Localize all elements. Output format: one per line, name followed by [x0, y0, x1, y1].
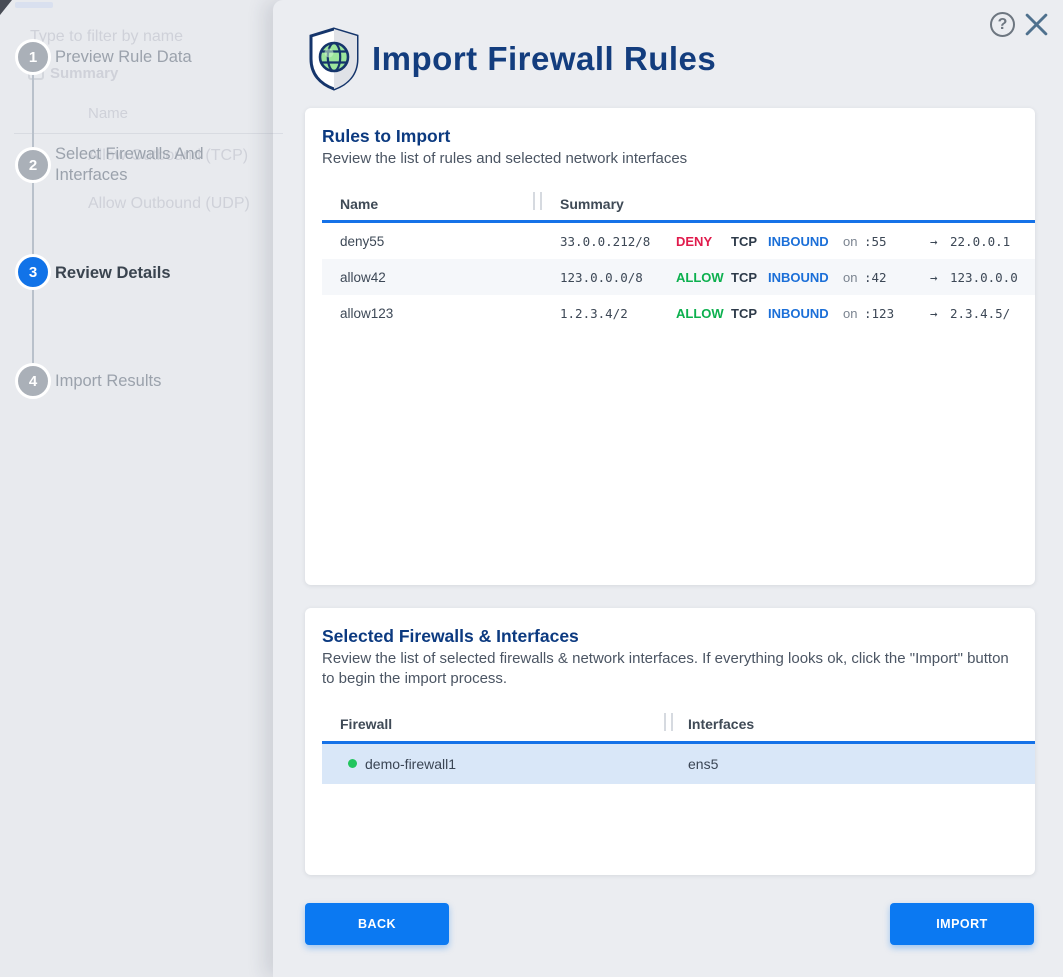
rules-card-title: Rules to Import [322, 126, 1035, 147]
step-1-circle: 1 [15, 39, 51, 75]
rule-port: :123 [864, 306, 930, 321]
column-header-name[interactable]: Name [322, 196, 537, 212]
rule-name: allow42 [322, 270, 537, 285]
step-number: 2 [29, 157, 37, 174]
firewalls-card-title: Selected Firewalls & Interfaces [322, 626, 1035, 647]
rule-destination: 2.3.4.5/ [950, 306, 1035, 321]
selected-firewalls-card: Selected Firewalls & Interfaces Review t… [305, 608, 1035, 875]
rule-source: 123.0.0.0/8 [560, 270, 676, 285]
online-status-dot [348, 759, 357, 768]
step-4-circle: 4 [15, 363, 51, 399]
rule-port: :55 [864, 234, 930, 249]
rule-destination: 22.0.0.1 [950, 234, 1035, 249]
rule-on-label: on [843, 234, 864, 249]
wizard-steps: 1 Preview Rule Data 2 Select Firewalls A… [0, 0, 273, 977]
rule-direction: INBOUND [768, 270, 843, 285]
step-3-label: Review Details [55, 263, 230, 284]
rule-summary: 1.2.3.4/2 ALLOW TCP INBOUND on :123 → 2.… [537, 306, 1035, 321]
rule-on-label: on [843, 306, 864, 321]
arrow-icon: → [930, 234, 950, 249]
help-icon[interactable]: ? [990, 12, 1015, 37]
column-header-summary[interactable]: Summary [537, 196, 624, 212]
wizard-stepper-sidebar: Type to filter by name Summary Name Allo… [0, 0, 273, 977]
rule-protocol: TCP [731, 306, 768, 321]
step-4-label: Import Results [55, 371, 230, 392]
step-number: 1 [29, 49, 37, 66]
rule-name: deny55 [322, 234, 537, 249]
rules-table: Name Summary deny55 33.0.0.212/8 DENY TC… [322, 187, 1035, 331]
rule-destination: 123.0.0.0 [950, 270, 1035, 285]
dialog-title: Import Firewall Rules [372, 40, 716, 78]
rules-table-header: Name Summary [322, 187, 1035, 223]
arrow-icon: → [930, 270, 950, 285]
rule-direction: INBOUND [768, 306, 843, 321]
rule-source: 1.2.3.4/2 [560, 306, 676, 321]
rule-port: :42 [864, 270, 930, 285]
firewall-shield-icon [307, 26, 361, 92]
rule-action: DENY [676, 234, 731, 249]
stepper-connector-line [32, 58, 34, 380]
column-resize-handle[interactable] [664, 713, 673, 731]
rule-on-label: on [843, 270, 864, 285]
rule-protocol: TCP [731, 234, 768, 249]
table-row[interactable]: allow123 1.2.3.4/2 ALLOW TCP INBOUND on … [322, 295, 1035, 331]
table-row[interactable]: deny55 33.0.0.212/8 DENY TCP INBOUND on … [322, 223, 1035, 259]
rule-summary: 33.0.0.212/8 DENY TCP INBOUND on :55 → 2… [537, 234, 1035, 249]
close-icon[interactable] [1024, 12, 1049, 37]
import-button[interactable]: IMPORT [890, 903, 1034, 945]
step-number: 3 [29, 264, 37, 281]
step-2-label: Select Firewalls And Interfaces [55, 144, 230, 185]
step-number: 4 [29, 373, 37, 390]
firewall-name-cell: demo-firewall1 [322, 756, 668, 772]
dialog-header: Import Firewall Rules [307, 26, 716, 92]
column-header-firewall[interactable]: Firewall [322, 716, 668, 732]
rule-source: 33.0.0.212/8 [560, 234, 676, 249]
help-glyph: ? [998, 16, 1008, 34]
firewalls-table-header: Firewall Interfaces [322, 708, 1035, 744]
back-button[interactable]: BACK [305, 903, 449, 945]
dialog-panel: Import Firewall Rules ? Rules to Import … [273, 0, 1063, 977]
firewall-name: demo-firewall1 [365, 756, 456, 772]
rule-action: ALLOW [676, 306, 731, 321]
import-firewall-rules-screen: Type to filter by name Summary Name Allo… [0, 0, 1063, 977]
rules-card-subtitle: Review the list of rules and selected ne… [322, 149, 1015, 169]
firewalls-table: Firewall Interfaces demo-firewall1 ens5 [322, 708, 1035, 784]
step-3-circle: 3 [15, 254, 51, 290]
step-2-circle: 2 [15, 147, 51, 183]
column-header-interfaces[interactable]: Interfaces [668, 716, 754, 732]
rule-direction: INBOUND [768, 234, 843, 249]
table-row[interactable]: allow42 123.0.0.0/8 ALLOW TCP INBOUND on… [322, 259, 1035, 295]
rules-to-import-card: Rules to Import Review the list of rules… [305, 108, 1035, 585]
firewall-interface: ens5 [668, 756, 718, 772]
firewalls-card-subtitle: Review the list of selected firewalls & … [322, 649, 1015, 690]
rule-protocol: TCP [731, 270, 768, 285]
rule-name: allow123 [322, 306, 537, 321]
firewall-row[interactable]: demo-firewall1 ens5 [322, 744, 1035, 784]
rule-action: ALLOW [676, 270, 731, 285]
column-resize-handle[interactable] [533, 192, 542, 210]
step-1-label: Preview Rule Data [55, 47, 230, 68]
arrow-icon: → [930, 306, 950, 321]
rule-summary: 123.0.0.0/8 ALLOW TCP INBOUND on :42 → 1… [537, 270, 1035, 285]
